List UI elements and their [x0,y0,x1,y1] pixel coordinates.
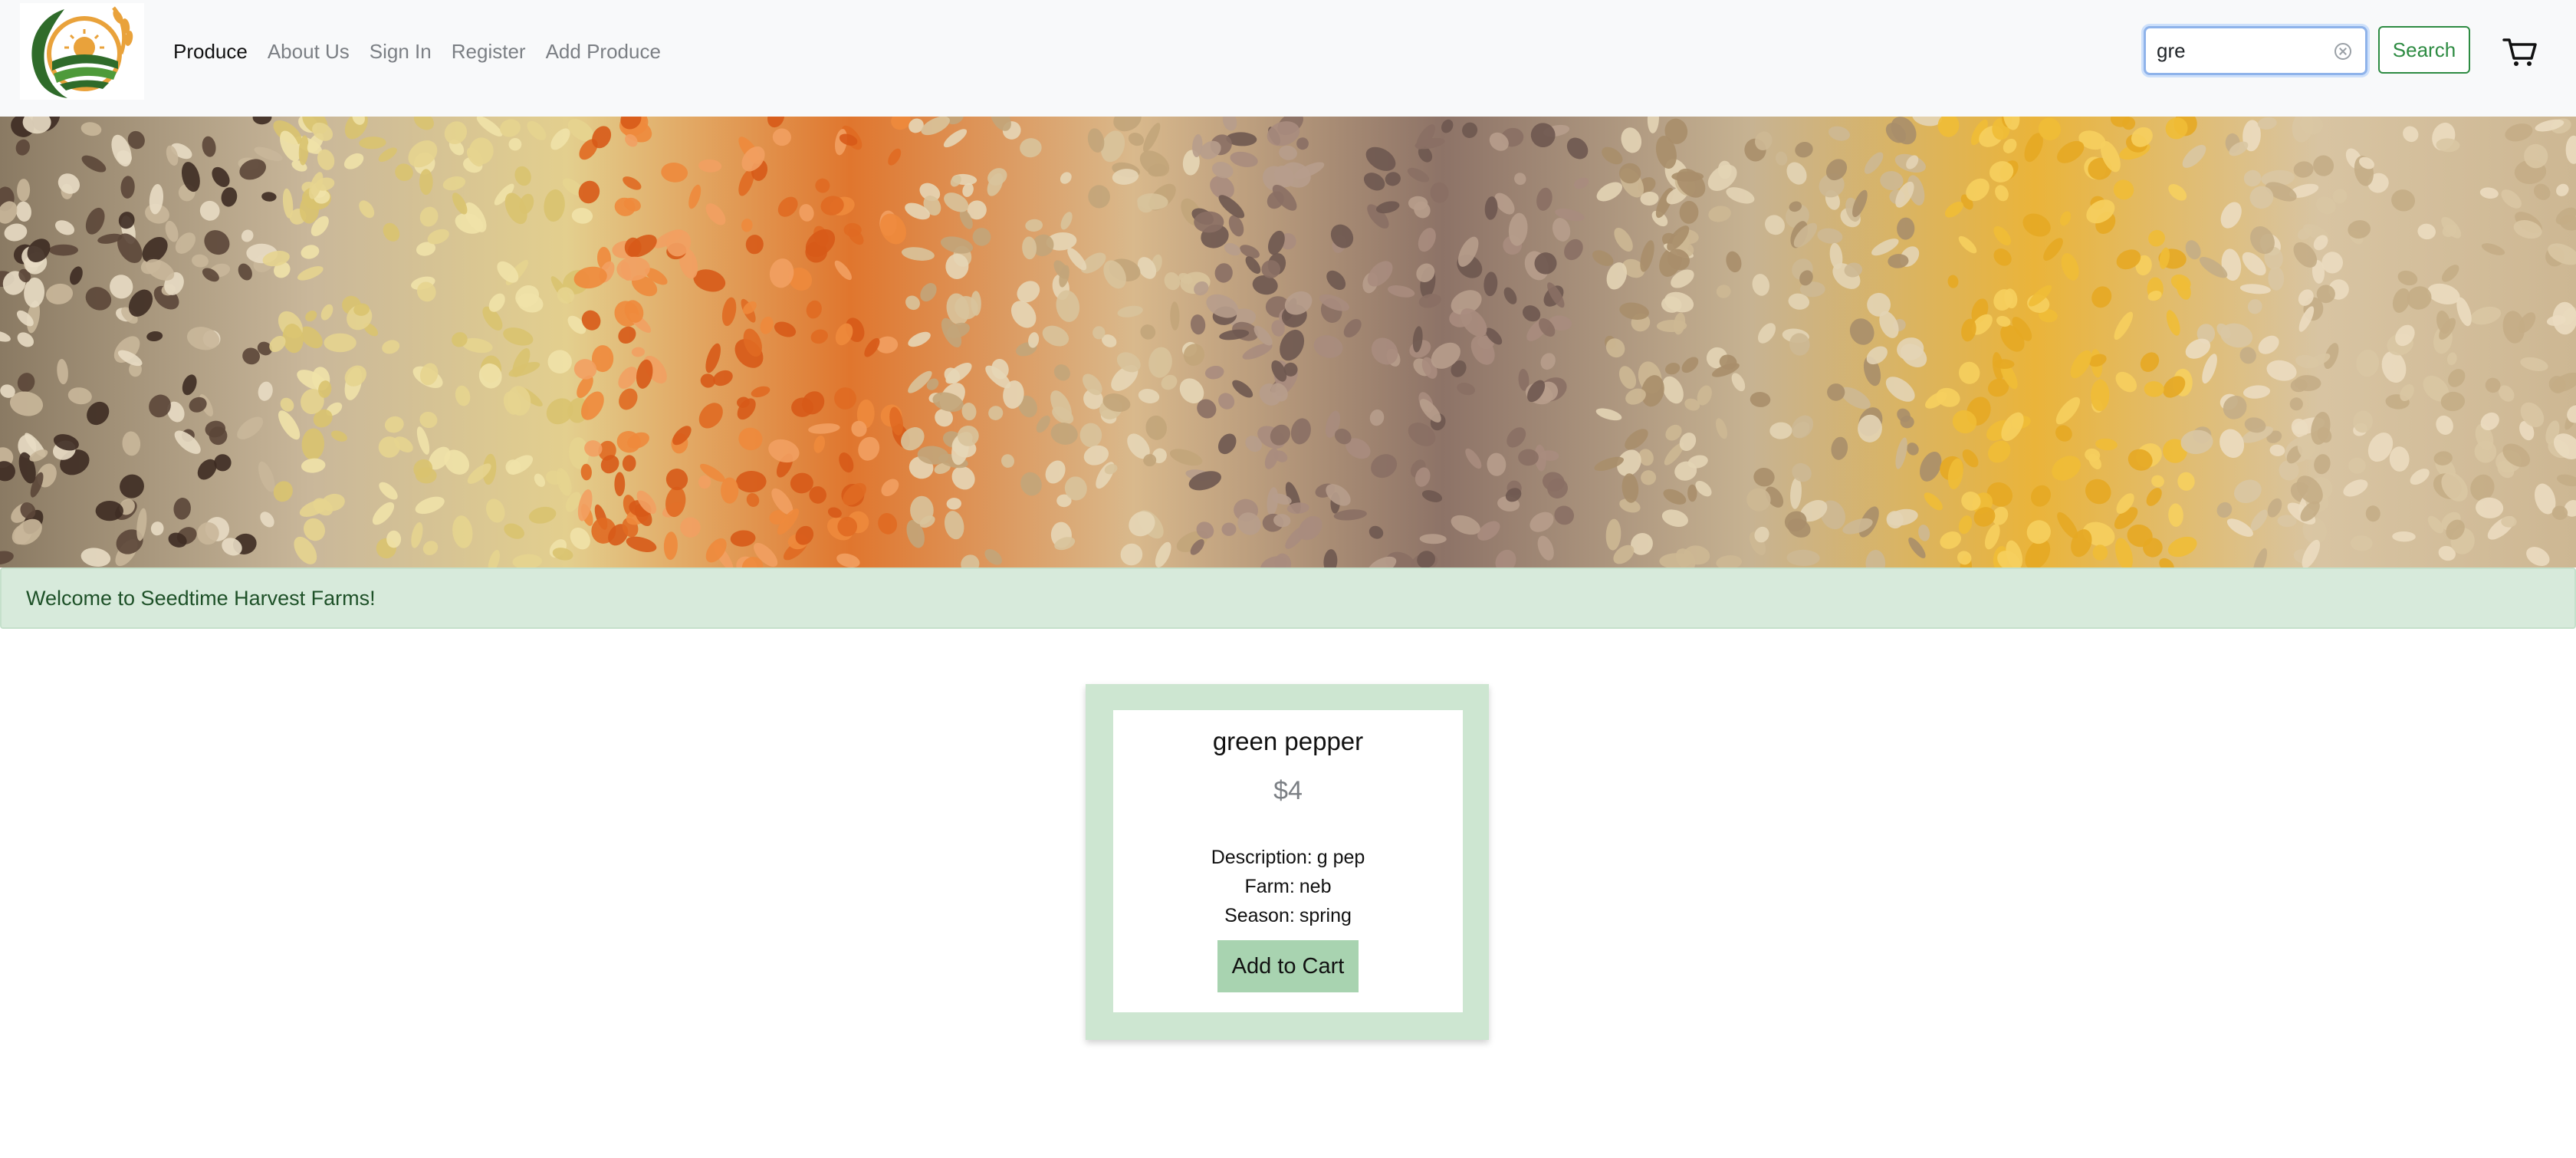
hero-seed-shape [48,244,78,256]
hero-seed-shape [1671,171,1704,182]
nav-register[interactable]: Register [452,40,526,64]
hero-seed-shape [386,530,402,548]
hero-seed-shape [324,333,356,353]
search-input[interactable] [2157,28,2325,73]
navbar: Produce About Us Sign In Register Add Pr… [0,0,2576,117]
season-label: Season: [1224,905,1295,926]
hero-seed-shape [721,477,739,504]
description-label: Description: [1211,847,1313,868]
nav-produce[interactable]: Produce [173,40,248,64]
product-price: $4 [1273,776,1303,805]
farm-value: neb [1299,876,1332,897]
nav-links: Produce About Us Sign In Register Add Pr… [173,0,681,103]
season-value: spring [1299,905,1352,926]
hero-seed-shape [614,472,626,497]
hero-seed-shape [1194,211,1224,233]
nav-about-us[interactable]: About Us [268,40,350,64]
product-name: green pepper [1212,727,1364,755]
product-description: Description: g pep [1113,847,1463,869]
search-box [2144,26,2367,75]
farm-logo-icon[interactable] [20,3,144,100]
product-card: green pepper $4 Description: g pep Farm: n… [1086,684,1489,1040]
product-farm: Farm: neb [1113,876,1463,898]
hero-seed-shape [419,169,433,196]
hero-seed-shape [2501,515,2517,528]
farm-label: Farm: [1244,876,1295,897]
hero-seed-shape [1221,522,1237,536]
description-value: g pep [1316,847,1365,868]
product-season: Season: spring [1113,905,1463,927]
add-to-cart-button[interactable]: Add to Cart [1217,940,1359,992]
product-card-body: green pepper $4 Description: g pep Farm: n… [1113,710,1463,1012]
clear-icon[interactable] [2334,43,2351,60]
nav-sign-in[interactable]: Sign In [370,40,432,64]
hero-seed-shape [508,138,522,151]
cart-icon[interactable] [2502,37,2538,67]
welcome-alert: Welcome to Seedtime Harvest Farms! [0,567,2576,629]
hero-banner-image [0,117,2576,567]
hero-seed-shape [1618,163,1641,184]
search-button[interactable]: Search [2378,26,2470,74]
nav-add-produce[interactable]: Add Produce [546,40,661,64]
hero-seed-shape [95,501,123,521]
hero-seed-shape [2348,457,2366,474]
